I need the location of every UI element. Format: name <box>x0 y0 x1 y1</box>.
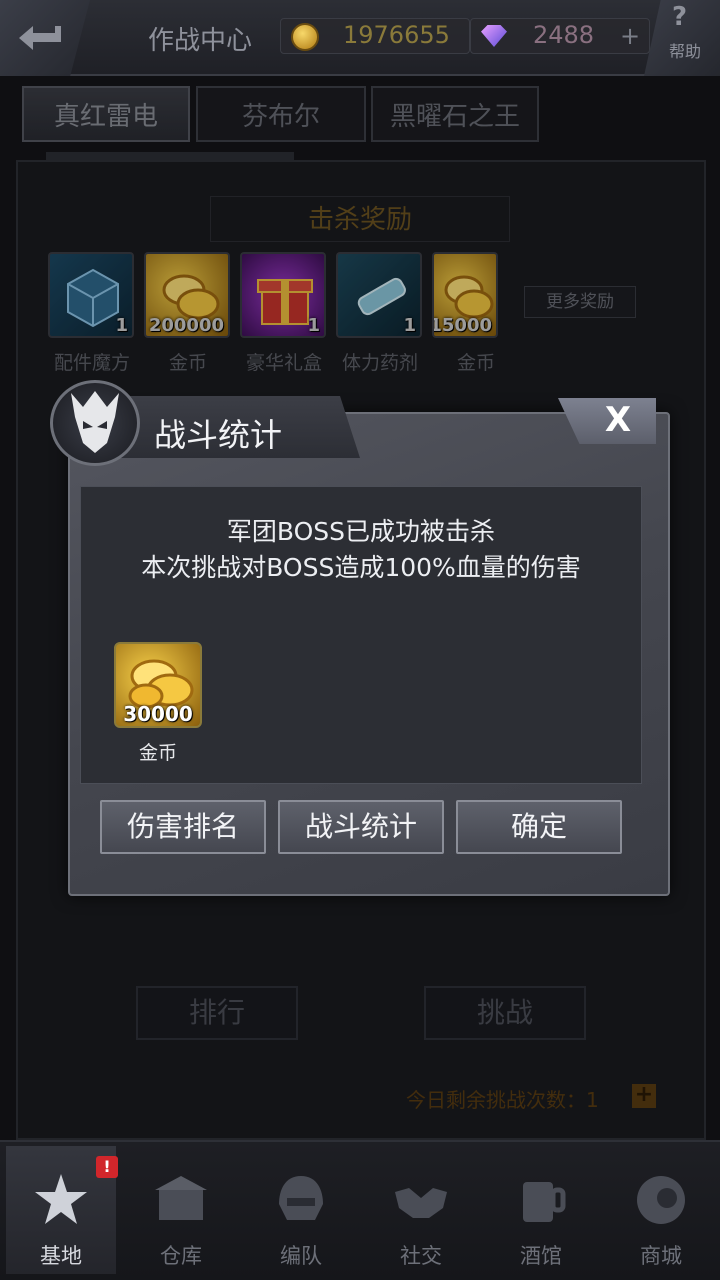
page-title: 作战中心 <box>148 26 253 56</box>
nav-social[interactable]: 社交 <box>366 1146 476 1274</box>
nav-label: 编队 <box>280 1244 322 1268</box>
gem-amount: 2488 <box>533 21 595 49</box>
confirm-button[interactable]: 确定 <box>456 800 622 854</box>
warehouse-icon <box>155 1176 207 1220</box>
help-icon: ? <box>672 2 688 32</box>
nav-label: 酒馆 <box>520 1244 562 1268</box>
shop-orb-icon <box>637 1176 685 1224</box>
helmet-icon <box>279 1176 323 1220</box>
base-star-icon <box>35 1174 87 1224</box>
add-gems-button[interactable]: + <box>617 24 643 48</box>
notification-badge: ! <box>96 1156 118 1178</box>
gold-balance: 1976655 <box>280 18 470 54</box>
help-label: 帮助 <box>668 42 701 61</box>
damage-message: 本次挑战对BOSS造成100%血量的伤害 <box>141 553 581 582</box>
prize-label: 金币 <box>138 742 177 764</box>
prize-qty: 30000 <box>123 702 193 726</box>
nav-label: 基地 <box>40 1244 82 1268</box>
nav-shop[interactable]: 商城 <box>606 1146 716 1274</box>
nav-label: 仓库 <box>160 1244 202 1268</box>
nav-formation[interactable]: 编队 <box>246 1146 356 1274</box>
handshake-icon <box>395 1188 447 1218</box>
battle-stats-button[interactable]: 战斗统计 <box>278 800 444 854</box>
helmet-emblem-icon <box>71 391 119 453</box>
gold-coin-icon <box>291 23 319 51</box>
emblem-icon <box>50 380 140 466</box>
nav-tavern[interactable]: 酒馆 <box>486 1146 596 1274</box>
gold-coins-icon[interactable]: 30000 <box>114 642 202 728</box>
back-arrow-icon <box>19 26 61 50</box>
gold-amount: 1976655 <box>343 21 450 49</box>
nav-label: 商城 <box>640 1244 682 1268</box>
nav-warehouse[interactable]: 仓库 <box>126 1146 236 1274</box>
gem-balance: 2488 + <box>470 18 650 54</box>
gem-icon <box>481 25 507 47</box>
dialog-title: 战斗统计 <box>154 416 283 454</box>
nav-label: 社交 <box>400 1244 442 1268</box>
damage-rank-button[interactable]: 伤害排名 <box>100 800 266 854</box>
mug-icon <box>523 1182 566 1222</box>
kill-message: 军团BOSS已成功被击杀 <box>226 517 496 546</box>
